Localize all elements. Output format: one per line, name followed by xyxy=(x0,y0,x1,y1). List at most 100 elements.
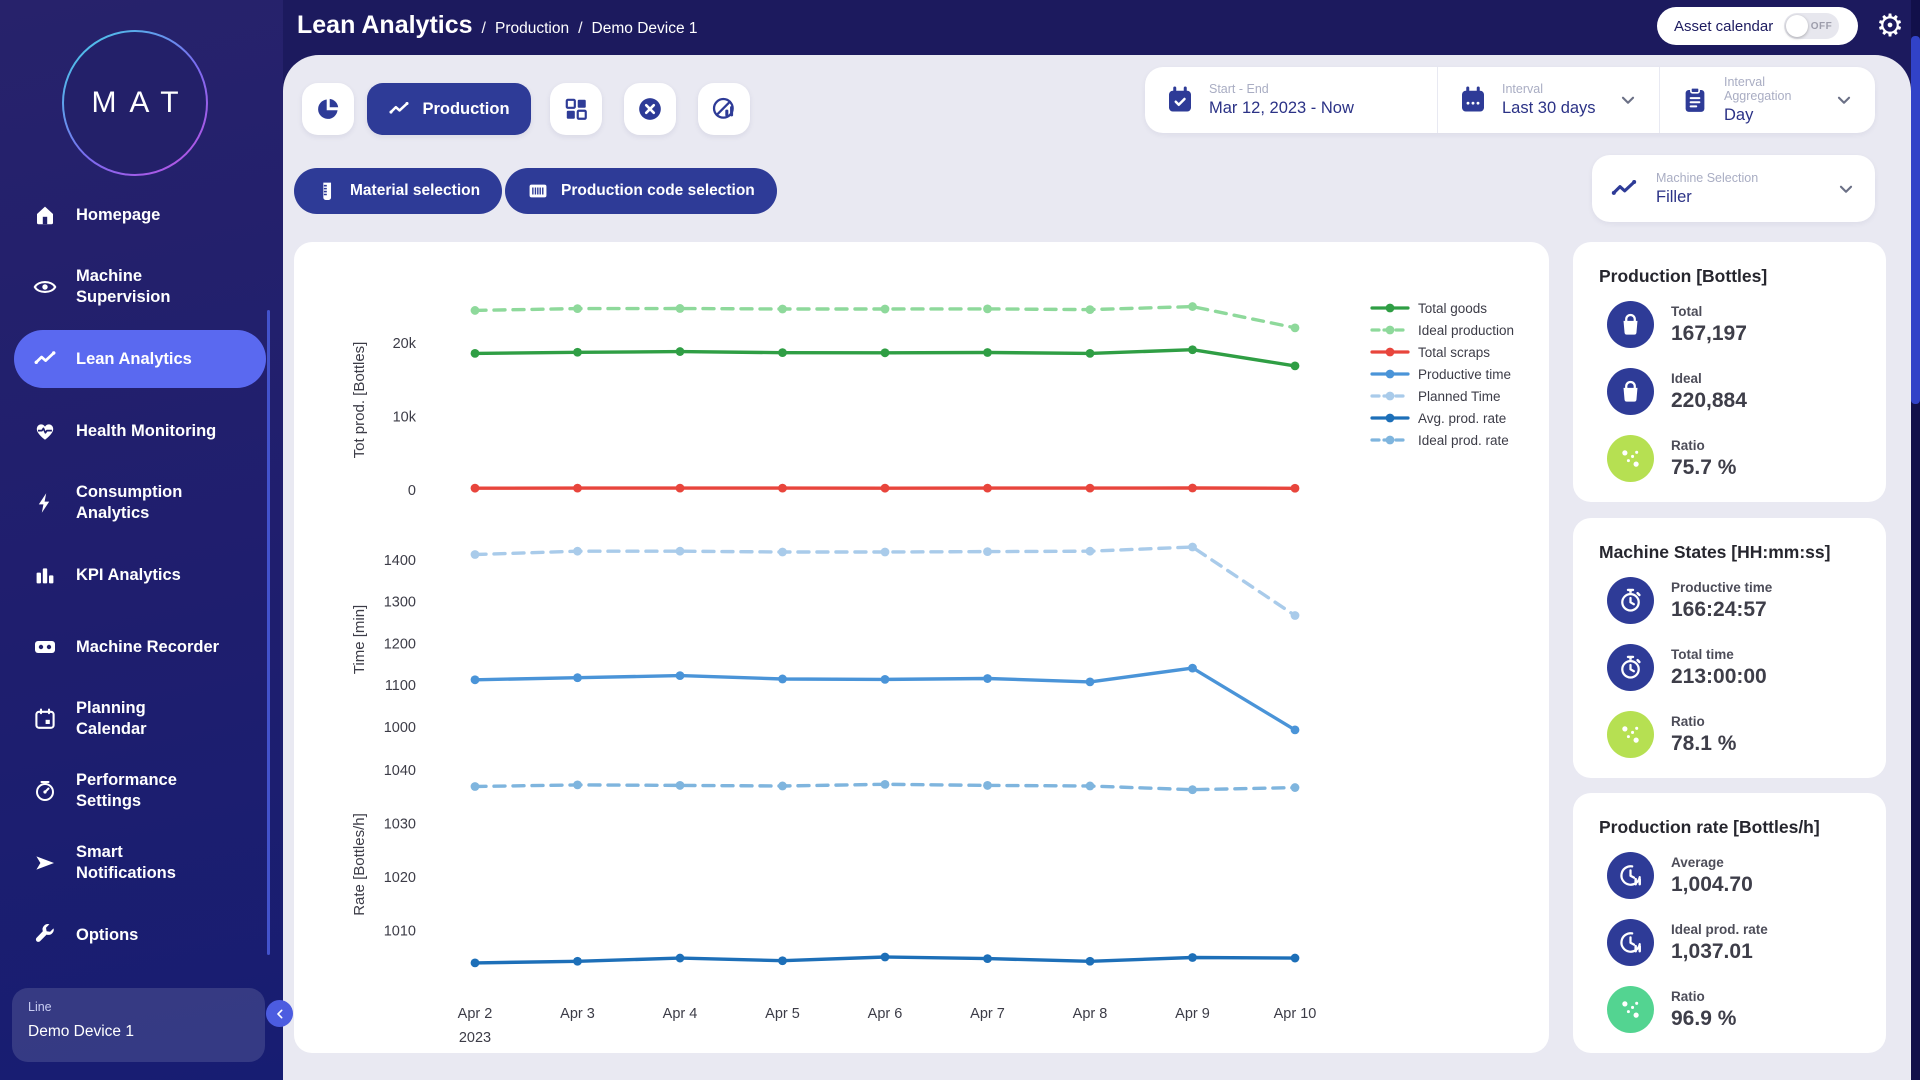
gauge-clock-icon xyxy=(1607,919,1654,966)
sidebar-item-label: Options xyxy=(76,925,138,946)
breadcrumb-items: /Production/Demo Device 1 xyxy=(473,20,698,38)
toolbar-button-x-circle-icon[interactable] xyxy=(624,83,676,135)
page-scrollbar-thumb[interactable] xyxy=(1911,36,1920,404)
svg-text:Rate [Bottles/h]: Rate [Bottles/h] xyxy=(351,813,368,916)
sidebar: MAT HomepageMachine Supervision Lean Anal… xyxy=(0,0,283,1080)
sidebar-scrollbar[interactable] xyxy=(267,310,270,955)
legend-swatch xyxy=(1370,412,1410,424)
kpi-label: Total time xyxy=(1671,647,1767,662)
sidebar-item-machine-recorder[interactable]: Machine Recorder xyxy=(0,611,283,683)
chevron-down-icon xyxy=(1833,89,1855,111)
sidebar-item-machine-supervision[interactable]: Machine Supervision xyxy=(0,251,283,323)
toolbar-button-production[interactable]: Production xyxy=(367,83,531,135)
sidebar-item-options[interactable]: Options xyxy=(0,899,283,971)
legend-item-ideal-prod-rate[interactable]: Ideal prod. rate xyxy=(1370,430,1514,450)
svg-text:20k: 20k xyxy=(393,336,417,352)
filter-value: Last 30 days xyxy=(1502,99,1596,118)
breadcrumb-production[interactable]: Production xyxy=(495,20,569,37)
svg-text:Apr 3: Apr 3 xyxy=(560,1006,595,1022)
kpi-card-title: Machine States [HH:mm:ss] xyxy=(1599,542,1886,563)
breadcrumb-demo-device-1[interactable]: Demo Device 1 xyxy=(592,20,698,37)
legend-item-total-goods[interactable]: Total goods xyxy=(1370,298,1514,318)
sidebar-item-label: Performance Settings xyxy=(76,770,177,812)
sidebar-item-consumption-analytics[interactable]: Consumption Analytics xyxy=(0,467,283,539)
pie-chart-icon xyxy=(315,96,341,122)
kpi-label: Ideal xyxy=(1671,371,1747,386)
asset-calendar-toggle[interactable]: OFF xyxy=(1784,13,1839,39)
svg-text:Time [min]: Time [min] xyxy=(351,605,368,674)
send-icon xyxy=(32,850,58,876)
sidebar-item-kpi-analytics[interactable]: KPI Analytics xyxy=(0,539,283,611)
chevron-down-icon xyxy=(1835,178,1857,200)
button-label: Production code selection xyxy=(561,182,755,200)
svg-text:Apr 7: Apr 7 xyxy=(970,1006,1005,1022)
svg-text:1300: 1300 xyxy=(384,595,416,611)
legend-swatch xyxy=(1370,324,1410,336)
svg-text:1200: 1200 xyxy=(384,636,416,652)
breadcrumb-separator: / xyxy=(578,20,582,37)
legend-item-ideal-production[interactable]: Ideal production xyxy=(1370,320,1514,340)
svg-text:1000: 1000 xyxy=(384,720,416,736)
kpi-row-total-time: Total time213:00:00 xyxy=(1599,644,1886,691)
kpi-label: Total xyxy=(1671,304,1747,319)
kpi-value: 1,004.70 xyxy=(1671,873,1753,897)
sidebar-item-label: Smart Notifications xyxy=(76,842,176,884)
kpi-rows: Average1,004.70Ideal prod. rate1,037.01R… xyxy=(1599,852,1886,1033)
heart-pulse-icon xyxy=(32,418,58,444)
filter-interval[interactable]: IntervalLast 30 days xyxy=(1437,67,1659,133)
sidebar-item-lean-analytics[interactable]: Lean Analytics xyxy=(14,330,266,388)
svg-text:1400: 1400 xyxy=(384,553,416,569)
legend-swatch xyxy=(1370,368,1410,380)
kpi-value: 96.9 % xyxy=(1671,1007,1736,1031)
filter-label: Interval Aggregation xyxy=(1724,75,1833,103)
svg-text:Apr 5: Apr 5 xyxy=(765,1006,800,1022)
gear-icon[interactable]: ⚙ xyxy=(1872,8,1908,44)
legend-label: Ideal production xyxy=(1418,323,1514,338)
kpi-card-title: Production [Bottles] xyxy=(1599,266,1886,287)
percent-icon xyxy=(1607,986,1654,1033)
production-code-selection-button[interactable]: Production code selection xyxy=(505,168,777,214)
sidebar-item-label: Machine Recorder xyxy=(76,637,219,658)
sidebar-item-performance-settings[interactable]: Performance Settings xyxy=(0,755,283,827)
svg-text:0: 0 xyxy=(408,483,416,499)
toolbar-button-qr-grid-icon[interactable] xyxy=(550,83,602,135)
kpi-value: 75.7 % xyxy=(1671,456,1736,480)
chevron-left-icon xyxy=(272,1006,288,1022)
x-circle-icon xyxy=(637,96,663,122)
legend-item-total-scraps[interactable]: Total scraps xyxy=(1370,342,1514,362)
kpi-row-ideal: Ideal220,884 xyxy=(1599,368,1886,415)
kpi-row-ratio: Ratio75.7 % xyxy=(1599,435,1886,482)
kpi-row-average: Average1,004.70 xyxy=(1599,852,1886,899)
sidebar-menu: HomepageMachine Supervision Lean Analytic… xyxy=(0,179,283,971)
legend-item-planned-time[interactable]: Planned Time xyxy=(1370,386,1514,406)
svg-text:10k: 10k xyxy=(393,410,417,426)
toolbar-button-pie-chart-icon[interactable] xyxy=(302,83,354,135)
toolbar-button-no-data-icon[interactable] xyxy=(698,83,750,135)
sidebar-item-smart-notifications[interactable]: Smart Notifications xyxy=(0,827,283,899)
sidebar-item-label: Lean Analytics xyxy=(76,349,192,370)
no-data-icon xyxy=(711,96,737,122)
sidebar-item-homepage[interactable]: Homepage xyxy=(0,179,283,251)
machine-selection-dropdown[interactable]: Machine Selection Filler xyxy=(1592,155,1875,222)
stopwatch-icon xyxy=(1607,644,1654,691)
trend-icon xyxy=(32,346,58,372)
brand-logo-text: MAT xyxy=(64,32,206,174)
filter-start-end[interactable]: Start - EndMar 12, 2023 - Now xyxy=(1145,67,1437,133)
sidebar-item-health-monitoring[interactable]: Health Monitoring xyxy=(0,395,283,467)
qr-grid-icon xyxy=(563,96,589,122)
sidebar-item-planning-calendar[interactable]: Planning Calendar xyxy=(0,683,283,755)
legend-item-productive-time[interactable]: Productive time xyxy=(1370,364,1514,384)
legend-item-avg-prod-rate[interactable]: Avg. prod. rate xyxy=(1370,408,1514,428)
calendar-dots-icon xyxy=(1458,85,1488,115)
chart-svg: Tot prod. [Bottles]010k20kTime [min]1000… xyxy=(294,242,1549,1053)
calendar-icon xyxy=(32,706,58,732)
material-selection-button[interactable]: Material selection xyxy=(294,168,502,214)
sidebar-item-label: KPI Analytics xyxy=(76,565,181,586)
legend-swatch xyxy=(1370,390,1410,402)
filter-interval-aggregation[interactable]: Interval AggregationDay xyxy=(1659,67,1875,133)
filter-value: Mar 12, 2023 - Now xyxy=(1209,99,1354,118)
toggle-state-label: OFF xyxy=(1811,21,1833,32)
brand-logo: MAT xyxy=(62,30,208,176)
sidebar-collapse-button[interactable] xyxy=(266,1000,293,1027)
asset-calendar-pill[interactable]: Asset calendar OFF xyxy=(1657,7,1858,45)
